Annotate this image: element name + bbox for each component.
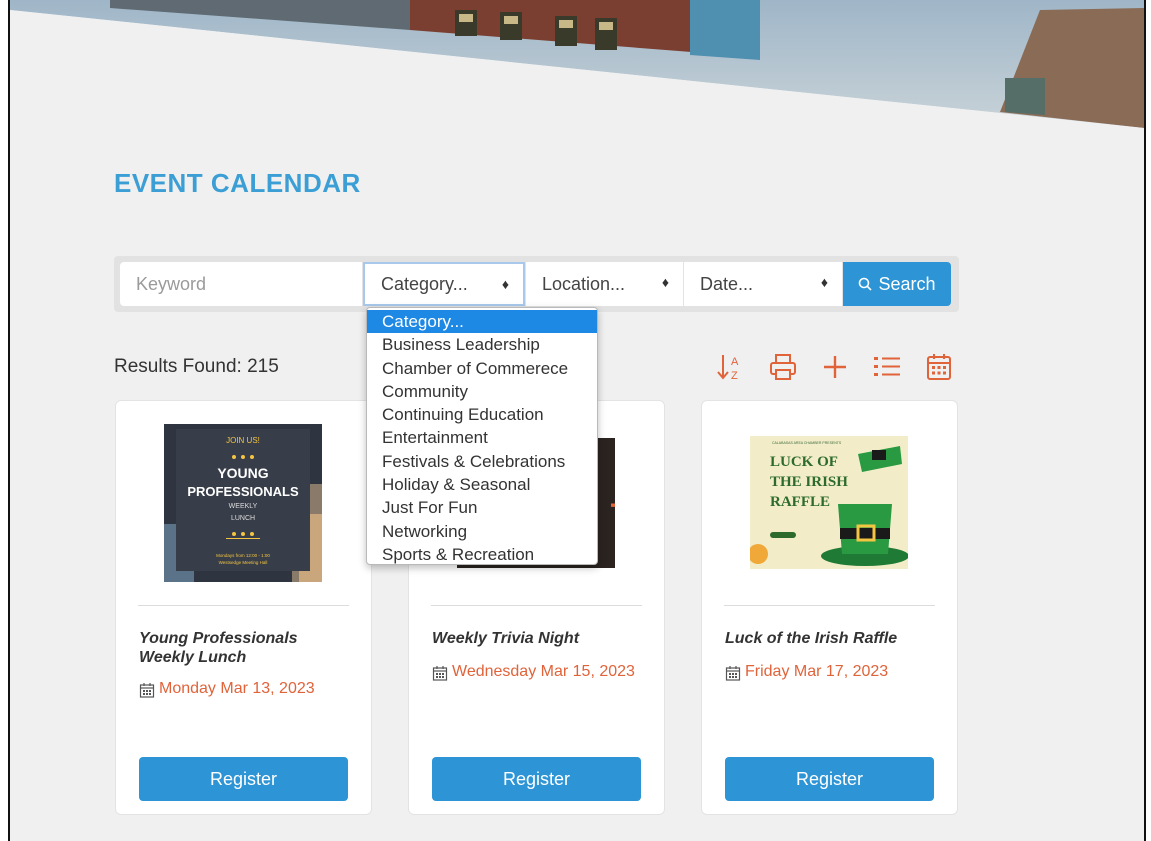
poster-line4: LUNCH xyxy=(231,515,255,522)
poster-line3: WEEKLY xyxy=(229,503,258,510)
dropdown-option[interactable]: Entertainment xyxy=(367,426,597,449)
sort-az-icon[interactable]: AZ xyxy=(716,350,746,384)
page-title: EVENT CALENDAR xyxy=(114,168,361,198)
select-arrows-icon: ♦ xyxy=(661,274,669,290)
svg-text:A: A xyxy=(731,356,739,368)
poster-line1: LUCK OF xyxy=(770,454,838,470)
event-card: JOIN US! YOUNG PROFESSIONALS WEEKLY LUNC… xyxy=(115,400,372,815)
results-count: 215 xyxy=(247,356,279,377)
keyword-input[interactable]: Keyword xyxy=(120,262,362,306)
event-date-text: Monday Mar 13, 2023 xyxy=(159,680,315,697)
event-title[interactable]: Luck of the Irish Raffle xyxy=(725,629,939,648)
svg-text:Z: Z xyxy=(731,370,738,382)
header-banner-image xyxy=(10,0,1144,135)
register-button[interactable]: Register xyxy=(432,757,641,801)
category-select[interactable]: Category... ♦ xyxy=(363,262,525,306)
page-frame: EVENT CALENDAR Keyword Category... ♦ Loc… xyxy=(8,0,1146,841)
card-divider xyxy=(724,605,935,606)
search-button[interactable]: Search xyxy=(843,262,951,306)
event-date-text: Friday Mar 17, 2023 xyxy=(745,663,889,680)
dropdown-option[interactable]: Networking xyxy=(367,520,597,543)
event-poster-image: CALABASAS AREA CHAMBER PRESENTS LUCK OF … xyxy=(750,436,908,569)
search-bar: Keyword Category... ♦ Location... ♦ Date… xyxy=(114,256,959,312)
select-arrows-icon: ♦ xyxy=(501,276,509,292)
poster-join-text: JOIN US! xyxy=(226,436,260,445)
dropdown-option[interactable]: Community xyxy=(367,380,597,403)
date-select[interactable]: Date... ♦ xyxy=(684,262,842,306)
dropdown-option[interactable]: Sports & Recreation xyxy=(367,543,597,566)
calendar-icon xyxy=(432,666,448,681)
category-select-value: Category... xyxy=(381,273,468,294)
poster-line3: RAFFLE xyxy=(770,494,830,510)
event-title[interactable]: Young Professionals Weekly Lunch xyxy=(139,629,353,667)
calendar-icon xyxy=(139,683,155,698)
dropdown-option[interactable]: Festivals & Celebrations xyxy=(367,450,597,473)
poster-footer2: Westsedge Meeting Hall xyxy=(219,560,268,565)
register-button[interactable]: Register xyxy=(139,757,348,801)
event-card: CALABASAS AREA CHAMBER PRESENTS LUCK OF … xyxy=(701,400,958,815)
event-date: Wednesday Mar 15, 2023 xyxy=(432,662,646,681)
date-select-value: Date... xyxy=(700,273,754,294)
search-button-label: Search xyxy=(878,273,936,294)
dropdown-option[interactable]: Continuing Education xyxy=(367,403,597,426)
event-date: Friday Mar 17, 2023 xyxy=(725,662,939,681)
event-title[interactable]: Weekly Trivia Night xyxy=(432,629,646,648)
select-arrows-icon: ♦ xyxy=(820,274,828,290)
register-button[interactable]: Register xyxy=(725,757,934,801)
dropdown-option[interactable]: Category... xyxy=(367,310,597,334)
calendar-icon xyxy=(725,666,741,681)
event-date-text: Wednesday Mar 15, 2023 xyxy=(452,663,635,680)
dropdown-option[interactable]: Chamber of Commerece xyxy=(367,357,597,380)
event-date: Monday Mar 13, 2023 xyxy=(139,679,353,698)
view-toolbar: AZ xyxy=(716,350,954,384)
dropdown-option[interactable]: Business Leadership xyxy=(367,333,597,356)
poster-line2: PROFESSIONALS xyxy=(187,484,299,499)
plus-icon[interactable] xyxy=(820,350,850,384)
print-icon[interactable] xyxy=(768,350,798,384)
location-select[interactable]: Location... ♦ xyxy=(526,262,683,306)
list-view-icon[interactable] xyxy=(872,350,902,384)
results-found: Results Found: 215 xyxy=(114,356,279,378)
category-dropdown-list: Category... Business Leadership Chamber … xyxy=(366,307,598,565)
dropdown-option[interactable]: Holiday & Seasonal xyxy=(367,473,597,496)
card-divider xyxy=(431,605,642,606)
search-icon xyxy=(859,277,873,291)
poster-partial-text: T xyxy=(611,498,615,531)
calendar-view-icon[interactable] xyxy=(924,350,954,384)
poster-line2: THE IRISH xyxy=(770,474,848,490)
card-divider xyxy=(138,605,349,606)
poster-small-text: CALABASAS AREA CHAMBER PRESENTS xyxy=(772,441,842,445)
dropdown-option[interactable]: Just For Fun xyxy=(367,496,597,519)
poster-line1: YOUNG xyxy=(217,465,268,481)
poster-footer1: Mondays from 12:00 - 1:00 xyxy=(216,553,270,558)
results-label: Results Found: xyxy=(114,356,242,377)
location-select-value: Location... xyxy=(542,273,626,294)
event-poster-image: JOIN US! YOUNG PROFESSIONALS WEEKLY LUNC… xyxy=(164,424,322,582)
